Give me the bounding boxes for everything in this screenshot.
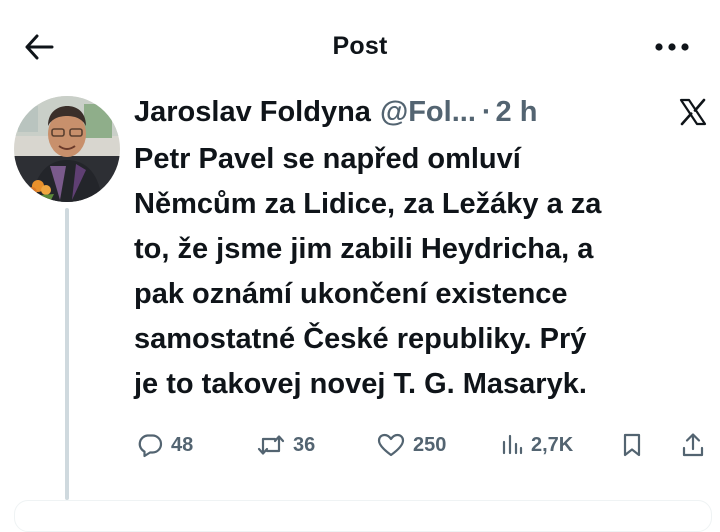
separator-dot: · xyxy=(481,95,492,128)
tweet-text-line: Petr Pavel se napřed omluví xyxy=(134,143,521,175)
reply-button[interactable]: 48 xyxy=(136,424,193,466)
reply-icon xyxy=(138,434,163,458)
tweet-text-line: Němcům za Lidice, za Ležáky a za xyxy=(134,188,602,220)
top-bar: Post xyxy=(0,0,720,96)
repost-button[interactable]: 36 xyxy=(256,424,315,466)
author-display-name[interactable]: Jaroslav Foldyna xyxy=(134,96,371,129)
bookmark-icon xyxy=(623,433,641,457)
bookmark-button[interactable] xyxy=(620,424,644,466)
share-button[interactable] xyxy=(680,424,706,466)
tweet-text-line: pak oznámí ukončení existence xyxy=(134,278,568,310)
x-logo-icon xyxy=(678,97,708,127)
avatar[interactable] xyxy=(14,96,120,202)
more-options-button[interactable] xyxy=(648,32,696,62)
next-content-card xyxy=(14,500,712,532)
views-count: 2,7K xyxy=(531,433,574,456)
avatar-photo xyxy=(14,96,120,202)
more-horizontal-icon xyxy=(655,43,689,51)
repost-count: 36 xyxy=(293,433,316,456)
tweet-text: Petr Pavel se napřed omluví Němcům za Li… xyxy=(134,137,710,407)
post-timestamp[interactable]: 2 h xyxy=(496,96,538,129)
repost-icon xyxy=(257,435,285,455)
reply-count: 48 xyxy=(171,433,194,456)
author-handle[interactable]: @Fol... xyxy=(380,96,476,129)
tweet-author-row: Jaroslav Foldyna @Fol... · 2 h xyxy=(134,90,537,134)
like-count: 250 xyxy=(413,433,447,456)
page-title: Post xyxy=(332,32,388,60)
heart-icon xyxy=(377,433,405,457)
share-icon xyxy=(682,433,704,457)
tweet-text-line: to, že jsme jim zabili Heydricha, a xyxy=(134,233,594,265)
bar-chart-icon xyxy=(502,434,523,455)
views-button[interactable]: 2,7K xyxy=(500,424,573,466)
like-button[interactable]: 250 xyxy=(376,424,446,466)
tweet-text-line: samostatné České republiky. Prý xyxy=(134,323,587,355)
tweet-text-line: je to takovej novej T. G. Masaryk. xyxy=(134,368,587,400)
tweet-action-bar: 48 36 250 2,7K xyxy=(0,424,720,466)
